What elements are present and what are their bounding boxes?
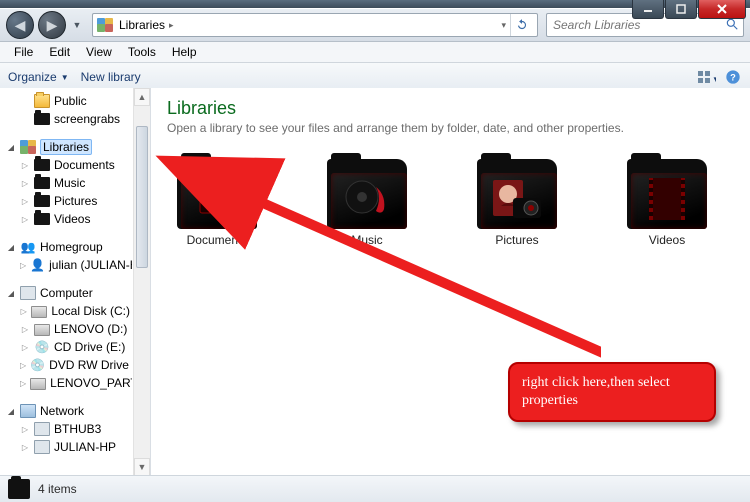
tree-documents[interactable]: Documents bbox=[18, 156, 132, 174]
new-library-button[interactable]: New library bbox=[81, 70, 141, 84]
computer-icon bbox=[34, 439, 50, 455]
nav-history-dropdown[interactable]: ▼ bbox=[70, 20, 84, 30]
chevron-down-icon: ▼ bbox=[61, 73, 69, 82]
computer-icon bbox=[20, 285, 36, 301]
nav-tree: Public screengrabs Libraries Documents M… bbox=[0, 88, 151, 476]
address-dropdown[interactable]: ▾ bbox=[501, 20, 506, 31]
tree-libraries[interactable]: Libraries bbox=[4, 138, 132, 156]
library-label: Documents bbox=[187, 233, 248, 247]
tree-julianhp[interactable]: JULIAN-HP bbox=[18, 438, 132, 456]
folder-icon bbox=[8, 479, 30, 499]
tree-drive-o[interactable]: LENOVO_PART (O:) bbox=[18, 374, 132, 392]
explorer-window: ◀ ▶ ▼ Libraries ▸ ▾ File Edit View Tools bbox=[0, 0, 750, 502]
folder-icon bbox=[34, 111, 50, 127]
drive-icon bbox=[34, 321, 50, 337]
scroll-up-button[interactable]: ▲ bbox=[134, 88, 150, 106]
tree-network[interactable]: Network bbox=[4, 402, 132, 420]
videos-library-icon bbox=[627, 159, 707, 229]
annotation-text: right click here,then select properties bbox=[522, 375, 670, 408]
pictures-library-icon bbox=[477, 159, 557, 229]
user-icon: 👤 bbox=[30, 257, 45, 273]
tree-bthub[interactable]: BTHUB3 bbox=[18, 420, 132, 438]
annotation-callout: right click here,then select properties bbox=[508, 362, 716, 422]
folder-icon bbox=[34, 175, 50, 191]
refresh-icon bbox=[515, 18, 529, 32]
homegroup-icon: 👥 bbox=[20, 239, 36, 255]
documents-library-icon bbox=[177, 159, 257, 229]
disc-icon: 💿 bbox=[34, 339, 50, 355]
refresh-button[interactable] bbox=[510, 14, 533, 36]
drive-icon bbox=[30, 375, 46, 391]
libraries-icon bbox=[20, 139, 36, 155]
menubar: File Edit View Tools Help bbox=[0, 42, 750, 63]
svg-text:?: ? bbox=[730, 72, 736, 82]
page-title: Libraries bbox=[167, 98, 734, 119]
scroll-thumb[interactable] bbox=[136, 126, 148, 268]
tree-public[interactable]: Public bbox=[18, 92, 132, 110]
library-documents[interactable]: Documents bbox=[167, 159, 267, 247]
help-button[interactable]: ? bbox=[724, 68, 742, 86]
back-button[interactable]: ◀ bbox=[6, 11, 34, 39]
forward-button[interactable]: ▶ bbox=[38, 11, 66, 39]
tree-julian[interactable]: 👤julian (JULIAN-HP) bbox=[18, 256, 132, 274]
library-label: Music bbox=[351, 233, 382, 247]
new-library-label: New library bbox=[81, 70, 141, 84]
tree-screengrabs[interactable]: screengrabs bbox=[18, 110, 132, 128]
tree-drive-f[interactable]: 💿DVD RW Drive (F:) 09 : bbox=[18, 356, 132, 374]
computer-icon bbox=[34, 421, 50, 437]
tree-pictures[interactable]: Pictures bbox=[18, 192, 132, 210]
menu-edit[interactable]: Edit bbox=[41, 43, 78, 61]
content-pane: Libraries Open a library to see your fil… bbox=[151, 88, 750, 476]
minimize-button[interactable] bbox=[632, 0, 664, 19]
status-item-count: 4 items bbox=[38, 482, 77, 496]
search-icon bbox=[725, 17, 739, 34]
maximize-button[interactable] bbox=[665, 0, 697, 19]
folder-icon bbox=[34, 93, 50, 109]
folder-icon bbox=[34, 211, 50, 227]
organize-button[interactable]: Organize ▼ bbox=[8, 70, 69, 84]
menu-tools[interactable]: Tools bbox=[120, 43, 164, 61]
view-button[interactable]: ▼ bbox=[698, 68, 716, 86]
crumb-libraries[interactable]: Libraries bbox=[119, 18, 165, 32]
library-pictures[interactable]: Pictures bbox=[467, 159, 567, 247]
search-input[interactable] bbox=[551, 17, 725, 33]
disc-icon: 💿 bbox=[30, 357, 45, 373]
svg-text:▼: ▼ bbox=[712, 75, 716, 84]
menu-view[interactable]: View bbox=[78, 43, 120, 61]
library-label: Videos bbox=[649, 233, 685, 247]
status-bar: 4 items bbox=[0, 475, 750, 502]
library-videos[interactable]: Videos bbox=[617, 159, 717, 247]
address-bar[interactable]: Libraries ▸ ▾ bbox=[92, 13, 538, 37]
scroll-track[interactable] bbox=[134, 106, 150, 458]
menu-help[interactable]: Help bbox=[164, 43, 205, 61]
tree-computer[interactable]: Computer bbox=[4, 284, 132, 302]
libraries-icon bbox=[97, 18, 113, 32]
menu-file[interactable]: File bbox=[6, 43, 41, 61]
tree-videos[interactable]: Videos bbox=[18, 210, 132, 228]
tree-drive-c[interactable]: Local Disk (C:) bbox=[18, 302, 132, 320]
breadcrumb[interactable]: Libraries ▸ bbox=[117, 14, 180, 36]
folder-icon bbox=[34, 193, 50, 209]
network-icon bbox=[20, 403, 36, 419]
tree-homegroup[interactable]: 👥Homegroup bbox=[4, 238, 132, 256]
tree-drive-d[interactable]: LENOVO (D:) bbox=[18, 320, 132, 338]
library-label: Pictures bbox=[495, 233, 538, 247]
titlebar bbox=[0, 0, 750, 8]
sidebar-scrollbar[interactable]: ▲ ▼ bbox=[133, 88, 150, 476]
body: Public screengrabs Libraries Documents M… bbox=[0, 88, 750, 476]
folder-icon bbox=[34, 157, 50, 173]
page-subtitle: Open a library to see your files and arr… bbox=[167, 121, 734, 135]
drive-icon bbox=[31, 303, 47, 319]
library-music[interactable]: Music bbox=[317, 159, 417, 247]
chevron-right-icon[interactable]: ▸ bbox=[169, 20, 174, 31]
scroll-down-button[interactable]: ▼ bbox=[134, 458, 150, 476]
close-button[interactable] bbox=[698, 0, 746, 19]
tree-drive-e[interactable]: 💿CD Drive (E:) bbox=[18, 338, 132, 356]
organize-label: Organize bbox=[8, 70, 57, 84]
library-items: Documents Music Pictures bbox=[167, 159, 734, 247]
tree-music[interactable]: Music bbox=[18, 174, 132, 192]
music-library-icon bbox=[327, 159, 407, 229]
